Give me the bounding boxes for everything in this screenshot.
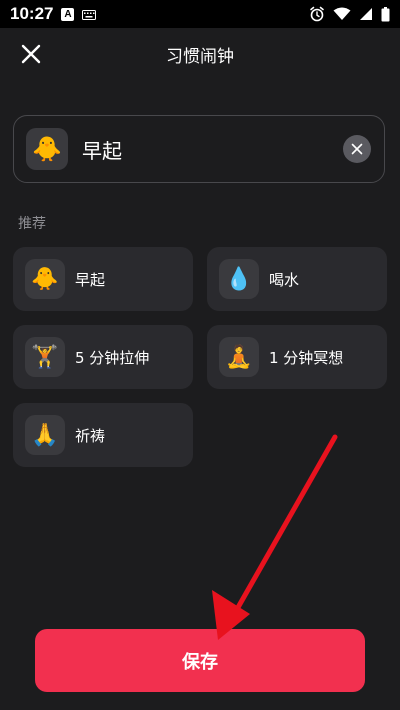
battery-icon	[381, 6, 390, 22]
recommend-item-label: 早起	[75, 270, 106, 289]
habit-alarm-screen: 10:27 A 习惯闹钟 🐥 早起 推荐 🐥 早起 💧 喝水 🏋️ 5 分钟拉伸…	[0, 0, 400, 710]
recommend-item-stretch[interactable]: 🏋️ 5 分钟拉伸	[13, 325, 193, 389]
recommend-item-label: 1 分钟冥想	[269, 348, 344, 367]
habit-name-input[interactable]: 早起	[82, 135, 343, 164]
clear-button[interactable]	[343, 135, 371, 163]
wifi-icon	[333, 7, 351, 21]
alarm-icon	[309, 6, 325, 22]
recommend-item-meditate[interactable]: 🧘 1 分钟冥想	[207, 325, 387, 389]
chick-icon: 🐥	[25, 259, 65, 299]
header: 习惯闹钟	[0, 28, 400, 80]
emoji-glyph: 🙏	[31, 422, 59, 448]
recommend-item-pray[interactable]: 🙏 祈祷	[13, 403, 193, 467]
status-time: 10:27	[10, 4, 54, 23]
recommend-section-label: 推荐	[18, 216, 46, 232]
habit-emoji-picker[interactable]: 🐥	[26, 128, 68, 170]
praying-hands-icon: 🙏	[25, 415, 65, 455]
close-button[interactable]	[18, 41, 44, 67]
water-drop-icon: 💧	[219, 259, 259, 299]
emoji-glyph: 🐥	[31, 266, 59, 292]
page-title: 习惯闹钟	[166, 46, 234, 67]
close-icon	[21, 44, 41, 64]
emoji-glyph: 🏋️	[31, 344, 59, 370]
recommend-item-label: 喝水	[269, 270, 300, 289]
emoji-glyph: 🧘	[225, 344, 253, 370]
weightlifter-icon: 🏋️	[25, 337, 65, 377]
recommend-item-label: 祈祷	[75, 426, 106, 445]
recommend-item-drink-water[interactable]: 💧 喝水	[207, 247, 387, 311]
clear-icon	[351, 143, 363, 155]
keyboard-icon	[82, 5, 97, 24]
habit-name-field[interactable]: 🐥 早起	[13, 115, 385, 183]
app-notification-icon: A	[61, 7, 75, 21]
status-left: 10:27 A	[10, 4, 97, 24]
status-bar: 10:27 A	[0, 0, 400, 28]
signal-icon	[359, 7, 373, 21]
save-button[interactable]: 保存	[35, 629, 365, 692]
recommend-item-label: 5 分钟拉伸	[75, 348, 150, 367]
recommend-item-early-rise[interactable]: 🐥 早起	[13, 247, 193, 311]
meditation-icon: 🧘	[219, 337, 259, 377]
status-right	[309, 6, 390, 22]
chick-icon: 🐥	[32, 135, 62, 163]
emoji-glyph: 💧	[225, 266, 253, 292]
